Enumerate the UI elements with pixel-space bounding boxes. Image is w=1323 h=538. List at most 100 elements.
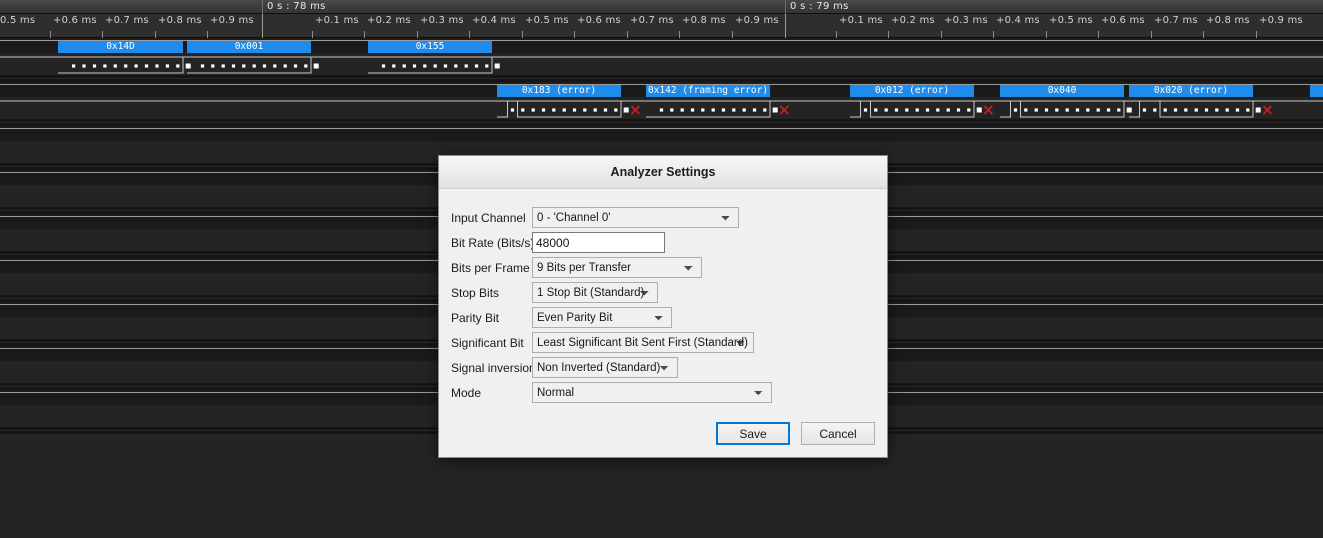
lane-background: [0, 53, 1323, 75]
bits_per_frame-select[interactable]: 9 Bits per Transfer: [532, 257, 702, 278]
timeline-tick-label: +0.3 ms: [944, 15, 988, 26]
input_channel-field-wrap: 0 - 'Channel 0': [532, 207, 739, 228]
stop_bits-label: Stop Bits: [439, 286, 530, 300]
stop_bits-field-wrap: 1 Stop Bit (Standard): [532, 282, 658, 303]
decoded-frame-label[interactable]: [1310, 85, 1323, 97]
timeline-tick-mark: [836, 31, 837, 38]
timeline-tick-mark: [1256, 31, 1257, 38]
timeline-tick-mark: [1203, 31, 1204, 38]
timeline-minor-ruler[interactable]: 0.5 ms+0.6 ms+0.7 ms+0.8 ms+0.9 ms+0.1 m…: [0, 14, 1323, 38]
timeline-tick-mark: [993, 31, 994, 38]
timeline-tick-mark: [1098, 31, 1099, 38]
mode-label: Mode: [439, 386, 530, 400]
timeline-tick: +0.7 ms: [102, 14, 155, 38]
timeline-major-label: 0 s : 78 ms: [262, 1, 326, 12]
signal_inversion-field-wrap: Non Inverted (Standard): [532, 357, 678, 378]
timeline-tick: 0.5 ms: [0, 14, 50, 38]
signal_inversion-select[interactable]: Non Inverted (Standard): [532, 357, 678, 378]
channel-lane[interactable]: 0x183 (error) 0x142 (framing error) 0x012 …: [0, 84, 1323, 126]
timeline-tick-label: +0.9 ms: [1259, 15, 1303, 26]
timeline-tick-label: +0.9 ms: [735, 15, 779, 26]
decode-label-strip: [0, 129, 1323, 141]
timeline-tick: +0.4 ms: [469, 14, 522, 38]
timeline-tick-mark: [679, 31, 680, 38]
timeline-tick-label: +0.8 ms: [682, 15, 726, 26]
timeline-tick-mark: [785, 14, 786, 38]
timeline-tick-mark: [207, 31, 208, 38]
mode-select[interactable]: Normal: [532, 382, 772, 403]
decoded-frame-label[interactable]: 0x183 (error): [497, 85, 621, 97]
lane-gap-line: [0, 122, 1323, 123]
timeline-tick-mark: [574, 31, 575, 38]
form-row-bits_per_frame: Bits per Frame9 Bits per Transfer: [439, 255, 887, 280]
timeline-tick: [785, 14, 836, 38]
timeline-tick-mark: [262, 14, 263, 38]
timeline-tick-mark: [50, 31, 51, 38]
dialog-title: Analyzer Settings: [611, 165, 716, 179]
timeline-tick-label: +0.8 ms: [1206, 15, 1250, 26]
timeline-tick: [262, 14, 312, 38]
decoded-frame-label[interactable]: 0x001: [187, 41, 311, 53]
timeline-tick-mark: [941, 31, 942, 38]
significant_bit-label: Significant Bit: [439, 336, 530, 350]
input_channel-label: Input Channel: [439, 211, 530, 225]
timeline-tick: +0.2 ms: [364, 14, 417, 38]
decoded-frame-label[interactable]: 0x040: [1000, 85, 1124, 97]
cancel-button[interactable]: Cancel: [801, 422, 875, 445]
mode-field-wrap: Normal: [532, 382, 772, 403]
timeline-tick-mark: [627, 31, 628, 38]
decoded-frame-label[interactable]: 0x020 (error): [1129, 85, 1253, 97]
timeline-tick-label: 0.5 ms: [0, 15, 35, 26]
timeline-tick-mark: [469, 31, 470, 38]
timeline-major-ruler[interactable]: 0 s : 78 ms0 s : 79 ms: [0, 0, 1323, 14]
timeline-tick-mark: [417, 31, 418, 38]
timeline-tick-label: +0.1 ms: [315, 15, 359, 26]
bit_rate-label: Bit Rate (Bits/s): [439, 236, 530, 250]
timeline-tick: +0.1 ms: [836, 14, 888, 38]
timeline-tick: +0.7 ms: [627, 14, 679, 38]
timeline-tick-label: +0.7 ms: [105, 15, 149, 26]
bit_rate-field-wrap: [532, 232, 665, 253]
decoded-frame-label[interactable]: 0x14D: [58, 41, 183, 53]
bit_rate-input[interactable]: [532, 232, 665, 253]
timeline-tick-label: +0.4 ms: [472, 15, 516, 26]
dialog-button-bar: Save Cancel: [716, 422, 875, 445]
timeline-tick-label: +0.2 ms: [367, 15, 411, 26]
timeline-tick-mark: [522, 31, 523, 38]
timeline-tick-mark: [312, 31, 313, 38]
timeline-tick-label: +0.7 ms: [1154, 15, 1198, 26]
timeline-tick: +0.3 ms: [417, 14, 469, 38]
timeline-tick-label: +0.1 ms: [839, 15, 883, 26]
significant_bit-select[interactable]: Least Significant Bit Sent First (Standa…: [532, 332, 754, 353]
timeline-tick-label: +0.4 ms: [996, 15, 1040, 26]
timeline-tick-mark: [732, 31, 733, 38]
parity_bit-select[interactable]: Even Parity Bit: [532, 307, 672, 328]
timeline-tick-mark: [1046, 31, 1047, 38]
timeline-tick-label: +0.7 ms: [630, 15, 674, 26]
input_channel-select[interactable]: 0 - 'Channel 0': [532, 207, 739, 228]
decoded-frame-label[interactable]: 0x142 (framing error): [646, 85, 770, 97]
decoded-frame-label[interactable]: 0x012 (error): [850, 85, 974, 97]
timeline-tick-mark: [888, 31, 889, 38]
timeline-tick-label: +0.6 ms: [1101, 15, 1145, 26]
timeline-tick: +0.7 ms: [1151, 14, 1203, 38]
stop_bits-select[interactable]: 1 Stop Bit (Standard): [532, 282, 658, 303]
timeline-tick: +0.9 ms: [732, 14, 785, 38]
form-row-bit_rate: Bit Rate (Bits/s): [439, 230, 887, 255]
timeline-tick: +0.8 ms: [155, 14, 207, 38]
significant_bit-field-wrap: Least Significant Bit Sent First (Standa…: [532, 332, 754, 353]
form-row-mode: ModeNormal: [439, 380, 887, 405]
timeline-tick-mark: [155, 31, 156, 38]
timeline-tick-label: +0.6 ms: [577, 15, 621, 26]
timeline-tick-label: +0.9 ms: [210, 15, 254, 26]
timeline-tick-mark: [1151, 31, 1152, 38]
channel-lane[interactable]: 0x14D 0x001 0x155: [0, 40, 1323, 82]
parity_bit-field-wrap: Even Parity Bit: [532, 307, 672, 328]
timeline-tick: +0.9 ms: [207, 14, 262, 38]
timeline-tick: +0.4 ms: [993, 14, 1046, 38]
lane-background: [0, 97, 1323, 119]
decoded-frame-label[interactable]: 0x155: [368, 41, 492, 53]
timeline-tick: +0.2 ms: [888, 14, 941, 38]
timeline-tick: +0.5 ms: [522, 14, 574, 38]
save-button[interactable]: Save: [716, 422, 790, 445]
